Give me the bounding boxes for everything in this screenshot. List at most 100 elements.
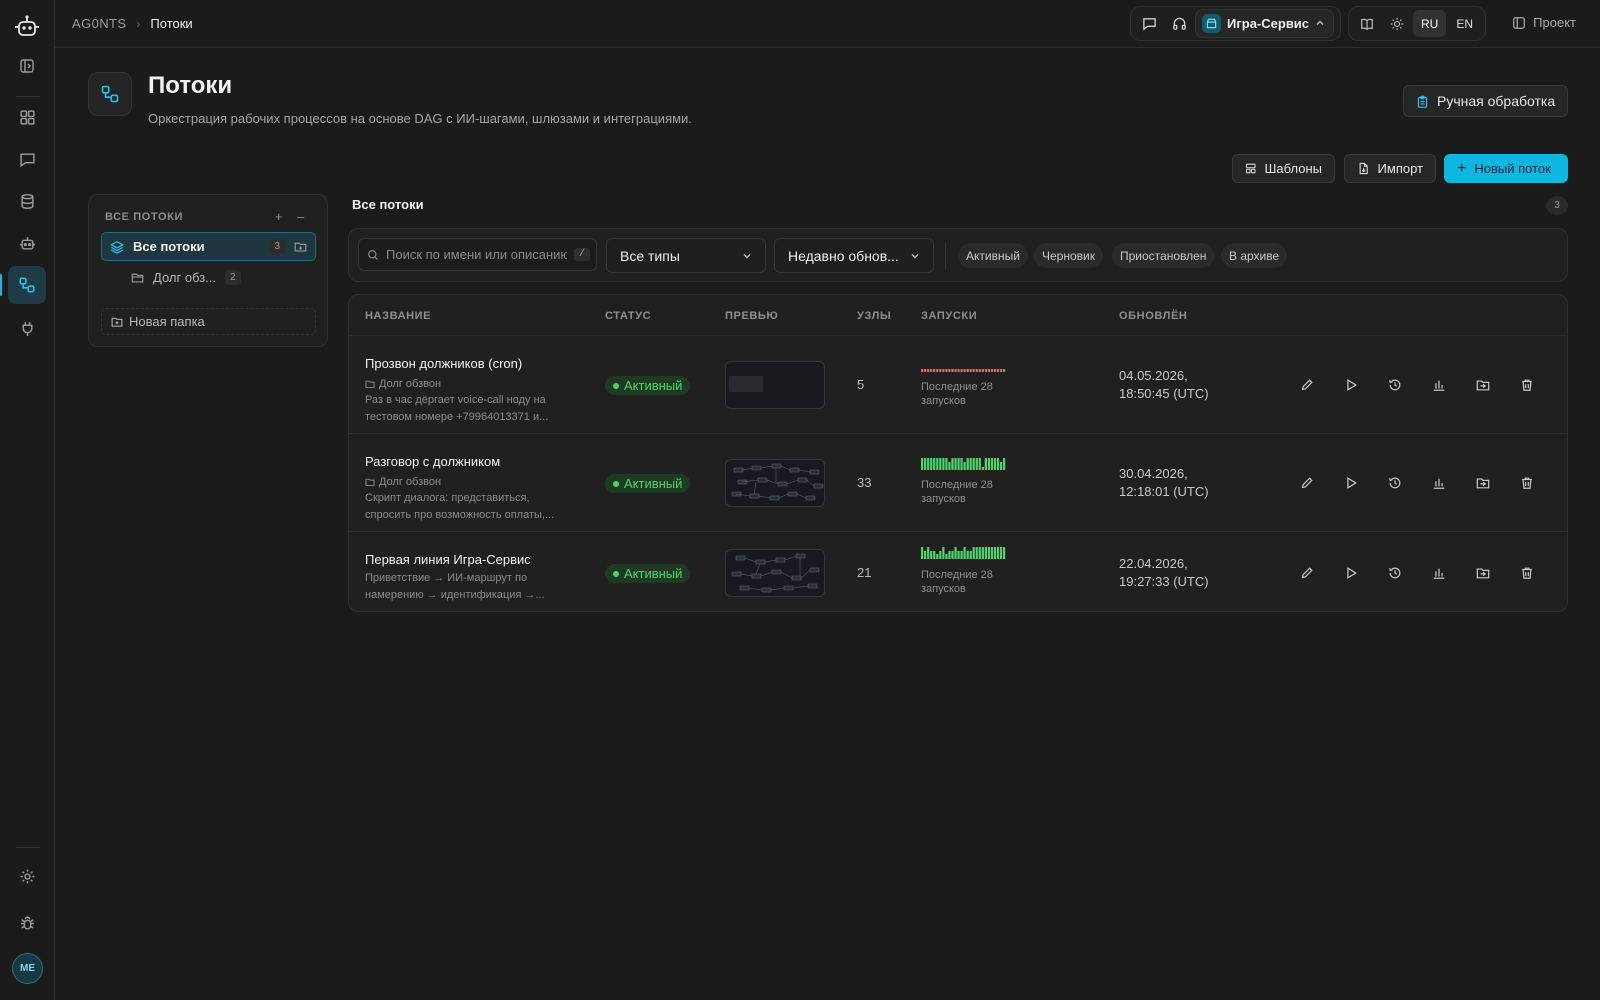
add-folder-icon[interactable]: + [275,209,283,224]
sort-select[interactable]: Недавно обнов... [774,238,934,273]
table-row[interactable]: Первая линия Игра-Сервис Приветствие → И… [349,531,1567,611]
breadcrumb-current: Потоки [150,16,193,31]
run-bar [960,458,963,470]
bot-icon[interactable] [8,224,46,262]
dashboard-icon[interactable] [8,98,46,136]
node-count: 5 [857,377,865,392]
node-count: 33 [857,475,872,490]
folder-plus-icon [111,317,123,327]
run-bar [933,369,936,372]
project-label: Проект [1533,15,1576,30]
status-dot [613,480,619,487]
edit-pencil-icon[interactable] [1297,473,1317,493]
flow-preview-thumbnail[interactable] [725,549,825,597]
tenant-switcher[interactable]: Игра-Сервис [1195,9,1335,38]
settings-gear-icon[interactable] [8,857,46,895]
edit-pencil-icon[interactable] [1297,375,1317,395]
search-box[interactable]: / [358,238,597,271]
breadcrumb-brand[interactable]: AG0NTS [72,16,126,31]
flows-icon[interactable] [0,266,46,304]
flow-name[interactable]: Прозвон должников (cron) [365,356,522,371]
run-bar [990,547,994,559]
collapse-icon[interactable]: – [297,209,304,224]
user-avatar[interactable]: ME [12,953,43,984]
analytics-chart-icon[interactable] [1429,375,1449,395]
folder-item-debt[interactable]: Долг обз... 2 [131,266,241,288]
table-row[interactable]: Прозвон должников (cron) Долг обзвон Раз… [349,335,1567,433]
run-play-icon[interactable] [1341,473,1361,493]
move-to-folder-icon[interactable] [1473,563,1493,583]
runs-sparkline [921,369,1006,372]
updated-date: 30.04.2026, [1119,466,1188,481]
edit-pencil-icon[interactable] [1297,563,1317,583]
lang-ru-button[interactable]: RU [1413,10,1447,37]
run-bar [981,369,984,372]
run-bar [927,547,930,559]
list-count-badge: 3 [1546,196,1568,215]
run-bar [999,369,1003,372]
run-bar [987,458,991,470]
quick-actions-group: Игра-Сервис [1130,6,1341,41]
run-bar [939,551,942,559]
project-panel-button[interactable]: Проект [1512,15,1576,30]
run-play-icon[interactable] [1341,563,1361,583]
run-bar [1002,369,1006,372]
flow-preview-thumbnail[interactable] [725,361,825,409]
run-bar [996,547,1000,559]
delete-trash-icon[interactable] [1517,473,1537,493]
flow-preview-thumbnail[interactable] [725,459,825,507]
database-icon[interactable] [8,182,46,220]
new-flow-button[interactable]: + Новый поток [1444,154,1568,183]
history-icon[interactable] [1385,563,1405,583]
delete-trash-icon[interactable] [1517,375,1537,395]
plug-icon[interactable] [8,309,46,347]
templates-label: Шаблоны [1264,161,1323,176]
status-chip-draft[interactable]: Черновик [1034,243,1103,268]
analytics-chart-icon[interactable] [1429,563,1449,583]
search-input[interactable] [386,247,567,262]
history-icon[interactable] [1385,473,1405,493]
run-play-icon[interactable] [1341,375,1361,395]
status-chip-paused[interactable]: Приостановлен [1112,243,1215,268]
book-icon[interactable] [1353,10,1381,37]
list-title: Все потоки [352,197,424,212]
flow-name[interactable]: Первая линия Игра-Сервис [365,552,531,567]
sidebar-toggle-icon[interactable] [8,47,46,85]
run-bar [996,369,1000,372]
manual-processing-button[interactable]: Ручная обработка [1403,85,1569,117]
search-icon [368,249,378,260]
run-bar [924,458,927,470]
flow-name[interactable]: Разговор с должником [365,454,500,469]
folder-all-label: Все потоки [133,239,205,254]
status-chip-archived[interactable]: В архиве [1221,243,1288,268]
updated-time: 19:27:33 (UTC) [1119,574,1209,589]
move-to-folder-icon[interactable] [1473,473,1493,493]
status-chip-active[interactable]: Активный [958,243,1028,268]
move-to-folder-icon[interactable] [1473,375,1493,395]
folder-all-count: 3 [269,239,285,254]
run-bar [927,369,930,372]
templates-button[interactable]: Шаблоны [1232,154,1335,183]
clipboard-icon [1417,95,1428,108]
import-button[interactable]: Импорт [1344,154,1436,183]
folders-header: ВСЕ ПОТОКИ [105,211,183,223]
bug-icon[interactable] [8,904,46,942]
folder-add-icon[interactable] [294,240,307,253]
new-folder-button[interactable]: Новая папка [101,308,316,335]
table-row[interactable]: Разговор с должником Долг обзвон Скрипт … [349,433,1567,531]
lang-en-button[interactable]: EN [1448,10,1481,37]
delete-trash-icon[interactable] [1517,563,1537,583]
headphones-icon[interactable] [1165,10,1193,37]
status-label: Активный [624,378,683,393]
robot-logo-icon[interactable] [8,8,46,46]
message-icon[interactable] [1135,10,1163,37]
history-icon[interactable] [1385,375,1405,395]
analytics-chart-icon[interactable] [1429,473,1449,493]
chat-icon[interactable] [8,140,46,178]
type-select[interactable]: Все типы [606,238,766,273]
run-bar [978,369,981,372]
run-bar [939,458,942,470]
sun-icon[interactable] [1383,10,1411,37]
folder-item-all[interactable]: Все потоки 3 [101,232,316,261]
nav-rail: ME [0,0,55,1000]
